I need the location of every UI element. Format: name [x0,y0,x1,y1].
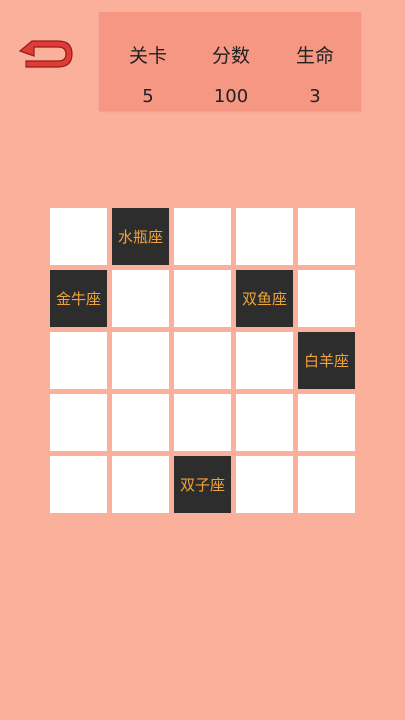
board-cell[interactable] [50,456,107,513]
zodiac-tile[interactable]: 水瓶座 [112,208,169,265]
zodiac-tile-label: 双鱼座 [241,290,287,308]
lives-value: 3 [309,86,321,107]
board-cell[interactable] [112,270,169,327]
board-cell[interactable] [112,332,169,389]
board-cell[interactable] [236,394,293,451]
board-cell[interactable] [236,456,293,513]
level-value: 5 [142,86,154,107]
zodiac-tile[interactable]: 白羊座 [298,332,355,389]
board-cell[interactable] [50,208,107,265]
back-button[interactable] [12,34,78,74]
zodiac-tile-label: 双子座 [179,476,225,494]
zodiac-tile[interactable]: 金牛座 [50,270,107,327]
board-cell[interactable] [298,208,355,265]
zodiac-tile[interactable]: 双鱼座 [236,270,293,327]
board-cell[interactable] [174,394,231,451]
board-cell[interactable] [50,394,107,451]
board-cell[interactable] [236,332,293,389]
board-cell[interactable] [112,456,169,513]
board-cell[interactable] [50,332,107,389]
zodiac-tile-label: 金牛座 [55,290,101,308]
score-stat: 分数 100 [196,12,266,111]
level-stat: 关卡 5 [113,12,183,111]
board-cell[interactable] [174,332,231,389]
board-cell[interactable] [112,394,169,451]
return-arrow-icon [18,40,73,68]
board-cell[interactable] [298,394,355,451]
game-board: 水瓶座金牛座 双鱼座白羊座双子座 [50,208,355,513]
board-cell[interactable] [298,270,355,327]
board-cell[interactable] [236,208,293,265]
stats-panel: 关卡 5 分数 100 生命 3 [99,12,361,111]
board-cell[interactable] [174,208,231,265]
lives-label: 生命 [295,45,334,67]
score-label: 分数 [211,45,250,67]
zodiac-tile-label: 白羊座 [303,352,349,370]
zodiac-tile-label: 水瓶座 [117,228,163,246]
board-cell[interactable] [174,270,231,327]
score-value: 100 [213,86,249,107]
board-cell[interactable] [298,456,355,513]
zodiac-tile[interactable]: 双子座 [174,456,231,513]
level-label: 关卡 [128,45,167,67]
lives-stat: 生命 3 [280,12,350,111]
